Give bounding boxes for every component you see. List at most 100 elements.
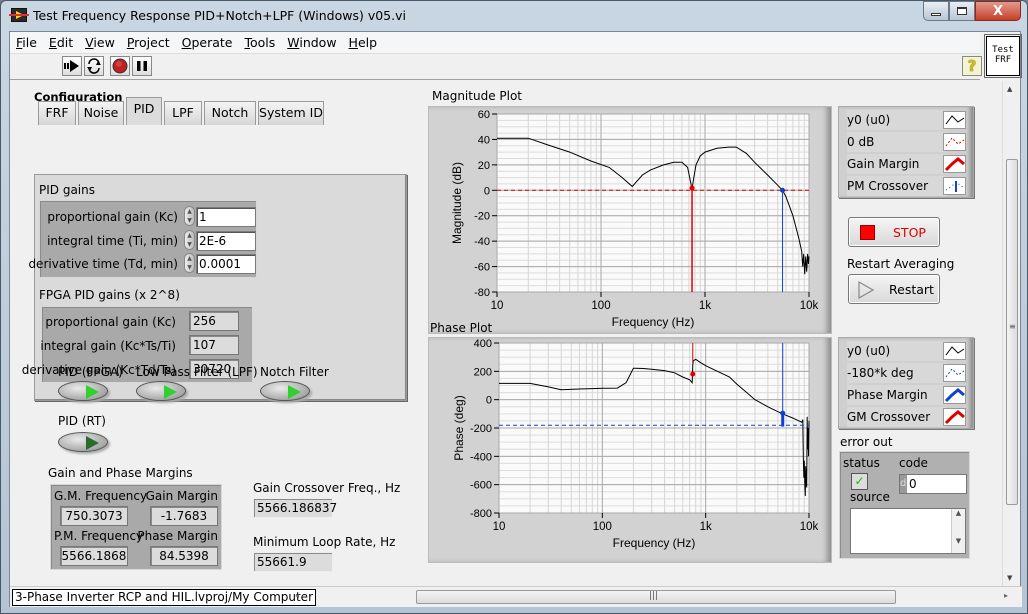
notch-filter-switch[interactable] [260,381,310,401]
run-arrow-icon [64,60,79,72]
pid-rt-switch[interactable] [58,432,108,452]
legend-item[interactable]: 0 dB [847,132,947,152]
tab-noise[interactable]: Noise [78,101,124,125]
legend-label: y0 (u0) [847,113,891,127]
integral-time-spinner[interactable]: ▲ ▼ [184,230,195,250]
menu-edit[interactable]: Edit [49,35,73,50]
legend-item[interactable]: PM Crossover [847,176,947,196]
run-button[interactable] [62,56,82,76]
scroll-down-arrow-icon[interactable]: ▼ [1007,574,1012,582]
menu-help[interactable]: Help [349,35,378,50]
horizontal-scrollbar[interactable]: 3-Phase Inverter RCP and HIL.lvproj/My C… [10,586,1022,607]
scroll-left-arrow-icon[interactable]: ◂ [295,591,299,600]
menu-accelerator: E [48,35,57,50]
status-label: status [843,456,880,470]
lpf-switch[interactable] [136,381,186,401]
maximize-button[interactable] [949,1,975,21]
y-tick-label: -600 [470,480,492,492]
tab-system-id[interactable]: System ID [258,101,324,125]
stop-button[interactable]: STOP [848,217,940,247]
tab-pid[interactable]: PID [126,97,162,125]
derivative-time-label: derivative time (Td, min) [28,257,178,271]
scroll-up-arrow-icon[interactable]: ▲ [1007,85,1012,93]
y-tick-label: -40 [474,236,490,248]
legend-swatch-icon[interactable] [943,342,966,360]
title-bar[interactable]: Test Frequency Response PID+Notch+LPF (W… [1,1,1027,31]
run-continuously-button[interactable] [84,56,104,76]
integral-time-input[interactable]: 2E-6 [196,231,256,251]
derivative-time-spinner[interactable]: ▲ ▼ [184,253,195,273]
menu-file[interactable]: File [16,35,37,50]
marker-point-pm-crossover [780,187,786,193]
min-loop-rate-label: Minimum Loop Rate, Hz [253,535,396,549]
legend-swatch-icon[interactable] [943,111,966,129]
led-on-icon [86,385,99,399]
source-field[interactable]: ▲ ▼ [850,508,966,554]
pid-fpga-switch[interactable] [58,381,108,401]
tab-frf[interactable]: FRF [38,101,76,125]
pid-fpga-label: PID (FPGA) [58,365,123,379]
pm-frequency-value: 5566.1868 [60,546,128,566]
scroll-right-arrow-icon[interactable]: ▸ [1004,591,1008,600]
legend-label: Phase Margin [847,388,928,402]
code-field[interactable]: d 0 [899,474,967,494]
legend-swatch-icon[interactable] [943,177,966,195]
restart-button[interactable]: Restart [848,274,940,304]
pause-button[interactable] [132,56,152,76]
legend-item[interactable]: -180*k deg [847,363,947,383]
legend-swatch-icon[interactable] [943,386,966,404]
vertical-scrollbar[interactable]: ▲ ≡ ▼ [1002,81,1020,586]
menu-label-rest: perate [191,35,233,50]
legend-item[interactable]: Phase Margin [847,385,947,405]
derivative-time-input[interactable]: 0.0001 [196,254,256,274]
y-tick-label: -800 [470,508,492,520]
phase-plot-svg: 400 200 0 -200 -400 -600 -80010 100 1k 10k Frequen… [452,338,819,550]
context-help-button[interactable]: ? [962,56,982,76]
horizontal-scroll-thumb[interactable]: ||| [416,590,896,604]
phase-graph[interactable]: 400 200 0 -200 -400 -600 -800 10 100 1k 10k Frequen… [428,337,832,563]
y-tick-label: 0 [486,395,492,407]
vertical-scroll-thumb[interactable]: ≡ [1006,159,1018,505]
legend-item[interactable]: y0 (u0) [847,341,947,361]
gain-crossover-label: Gain Crossover Freq., Hz [253,481,401,495]
legend-swatch-icon[interactable] [943,408,966,426]
legend-label: 0 dB [847,135,875,149]
marker-point-gain-margin [689,185,695,191]
magnitude-plot-title: Magnitude Plot [432,89,523,103]
window-title: Test Frequency Response PID+Notch+LPF (W… [33,8,406,23]
toolbar [10,54,980,80]
menu-operate[interactable]: Operate [182,35,233,50]
front-panel-client: File Edit View Project Operate Tools Window Hel… [9,31,1022,607]
menu-bar: File Edit View Project Operate Tools Window Hel… [10,32,980,54]
tab-notch[interactable]: Notch [204,101,256,125]
legend-item[interactable]: GM Crossover [847,407,947,427]
minimize-button[interactable] [923,1,949,21]
fpga-integral-value: 107 [189,335,239,355]
proportional-gain-spinner[interactable]: ▲ ▼ [184,206,195,226]
x-tick-label: 1k [700,521,712,533]
source-scrollbar[interactable]: ▲ ▼ [951,509,965,553]
close-button[interactable]: X [975,1,1021,21]
stop-square-icon [860,225,875,240]
x-axis-label: Frequency (Hz) [613,536,696,550]
menu-view[interactable]: View [85,35,115,50]
pid-gains-cluster: proportional gain (Kc) ▲ ▼ 1 integral tim… [28,200,257,278]
lpf-label: Low Pass Filter (LPF) [136,365,258,379]
integral-time-label: integral time (Ti, min) [47,234,178,248]
phase-margin-label: Phase Margin [137,529,218,543]
tab-lpf[interactable]: LPF [164,101,202,125]
legend-swatch-icon[interactable] [943,155,966,173]
legend-swatch-icon[interactable] [943,133,966,151]
proportional-gain-input[interactable]: 1 [196,207,256,227]
menu-window[interactable]: Window [287,35,336,50]
abort-button[interactable] [110,56,130,76]
legend-item[interactable]: y0 (u0) [847,110,947,130]
magnitude-graph[interactable]: 60 40 20 0 -20 -40 -60 -80 10 100 1k 10k Frequency (… [428,106,832,334]
legend-swatch-icon[interactable] [943,364,966,382]
legend-item[interactable]: Gain Margin [847,154,947,174]
menu-tools[interactable]: Tools [244,35,275,50]
fpga-proportional-value: 256 [189,311,239,331]
margins-title: Gain and Phase Margins [48,466,193,480]
pid-rt-label: PID (RT) [58,414,106,428]
menu-project[interactable]: Project [127,35,170,50]
